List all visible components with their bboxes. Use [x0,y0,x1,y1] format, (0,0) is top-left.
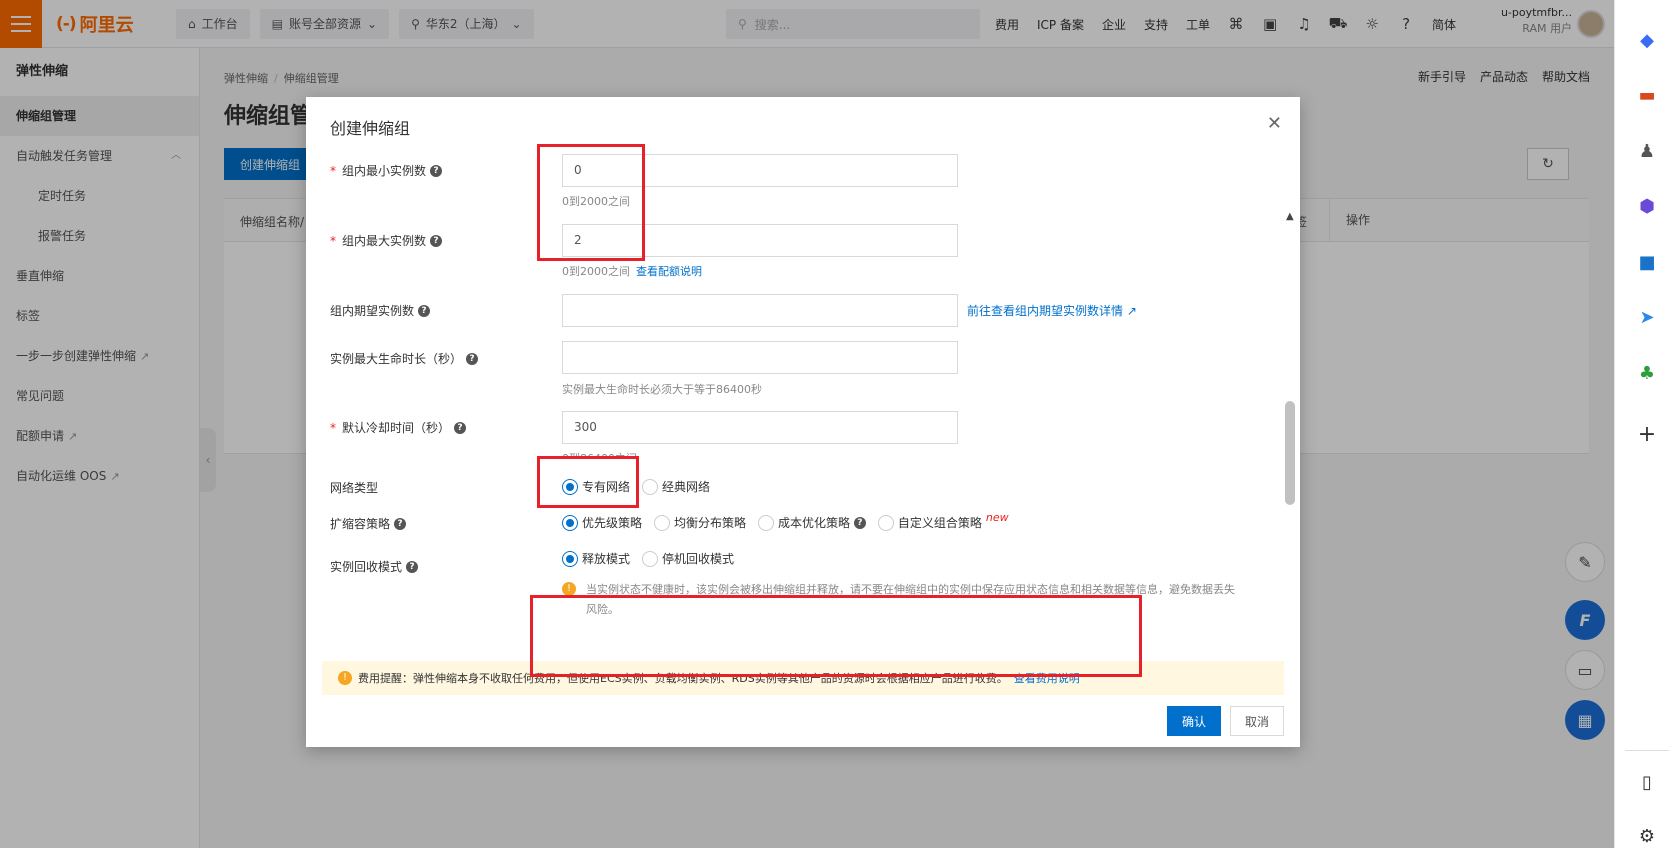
min-instances-label: * 组内最小实例数 ? [330,162,443,179]
radio-balanced-label: 均衡分布策略 [674,516,747,530]
required-marker: * [330,420,336,435]
cancel-button[interactable]: 取消 [1230,706,1284,736]
desired-instances-label-text: 组内期望实例数 [330,304,415,318]
desired-instances-input[interactable] [562,294,958,327]
desired-instances-details-text: 前往查看组内期望实例数详情 [967,304,1124,318]
radio-dot [877,514,894,531]
max-lifetime-input[interactable] [562,341,958,374]
max-lifetime-hint: 实例最大生命时长必须大于等于86400秒 [562,383,762,396]
radio-release[interactable]: 释放模式 [562,550,630,567]
scaling-strategy-label-text: 扩缩容策略 [330,517,391,531]
network-type-label-text: 网络类型 [330,481,379,495]
recycle-mode-label-text: 实例回收模式 [330,560,403,574]
right-app-rail: ◆ ▬ ♟ ⬢ ■ ➤ ♣ + ▯ ⚙ [1614,0,1679,848]
help-question-icon[interactable]: ? [430,234,443,247]
gear-icon[interactable]: ⚙ [1633,822,1661,848]
radio-dot [642,478,659,495]
scaling-strategy-label: 扩缩容策略 ? [330,515,407,532]
add-icon[interactable]: + [1633,420,1661,448]
help-question-icon[interactable]: ? [394,517,407,530]
radio-custom-combination[interactable]: 自定义组合策略 new [877,511,1009,531]
people-icon[interactable]: ♟ [1633,137,1661,165]
quota-docs-link[interactable]: 查看配额说明 [636,265,702,278]
dialog-scrollbar[interactable]: ▲ ▼ [1284,211,1296,651]
help-question-icon[interactable]: ? [418,304,431,317]
warning-icon: ! [562,582,576,596]
sidebar-toggle-icon[interactable]: ▯ [1633,768,1661,796]
help-question-icon[interactable]: ? [454,421,467,434]
radio-dot [758,514,775,531]
hexagon-app-icon[interactable]: ⬢ [1633,192,1661,220]
required-marker: * [330,163,336,178]
radio-priority-label: 优先级策略 [582,516,643,530]
radio-dot-selected [562,514,578,531]
tree-icon[interactable]: ♣ [1633,359,1661,387]
radio-priority[interactable]: 优先级策略 [562,514,642,531]
annotation-box-network-type [537,456,639,508]
tag-icon[interactable]: ◆ [1633,26,1661,54]
help-question-icon[interactable]: ? [406,560,419,573]
scroll-thumb[interactable] [1285,401,1295,505]
help-question-icon[interactable]: ? [853,516,866,529]
desired-instances-details-link[interactable]: 前往查看组内期望实例数详情 ↗ [967,302,1137,319]
network-type-label: 网络类型 [330,479,378,496]
recycle-mode-label: 实例回收模式 ? [330,558,419,575]
cooldown-input[interactable]: 300 [562,411,958,444]
radio-dot-selected [562,550,578,567]
max-instances-label-text: 组内最大实例数 [342,234,427,248]
toolbox-icon[interactable]: ▬ [1633,81,1661,109]
dialog-form: * 组内最小实例数 ? 0 0到2000之间 * 组内最大实例数 ? 2 0到2… [306,151,1300,651]
desired-instances-label: 组内期望实例数 ? [330,302,431,319]
radio-cost-optimized[interactable]: 成本优化策略 ? [758,514,866,531]
radio-classic[interactable]: 经典网络 [642,478,710,495]
annotation-box-instance-limits [537,144,645,261]
help-question-icon[interactable]: ? [466,352,479,365]
new-badge: new [985,511,1009,524]
confirm-button[interactable]: 确认 [1167,706,1221,736]
required-marker: * [330,233,336,248]
dialog-title: 创建伸缩组 [330,119,411,138]
external-link-icon: ↗ [1126,304,1137,318]
radio-release-label: 释放模式 [582,552,631,566]
scroll-up-arrow-icon[interactable]: ▲ [1286,211,1294,222]
annotation-box-fee-notice [530,595,1142,677]
send-icon[interactable]: ➤ [1633,303,1661,331]
min-instances-label-text: 组内最小实例数 [342,164,427,178]
help-question-icon[interactable]: ? [430,164,443,177]
outlook-icon[interactable]: ■ [1633,248,1661,276]
radio-balanced[interactable]: 均衡分布策略 [654,514,746,531]
max-instances-hint: 0到2000之间 查看配额说明 [562,263,702,279]
radio-dot [654,514,671,531]
cooldown-label-text: 默认冷却时间（秒） [342,421,451,435]
radio-classic-label: 经典网络 [662,480,711,494]
radio-cost-optimized-label: 成本优化策略 [778,516,851,530]
scaling-strategy-radio-group: 优先级策略 均衡分布策略 成本优化策略 ? 自定义组合策略 new [562,511,1021,531]
max-instances-hint-text: 0到2000之间 [562,265,630,278]
radio-stop-recycle-label: 停机回收模式 [662,552,735,566]
radio-dot [642,550,659,567]
radio-stop-recycle[interactable]: 停机回收模式 [642,550,734,567]
recycle-mode-radio-group: 释放模式 停机回收模式 [562,550,746,567]
radio-custom-combination-label: 自定义组合策略 [897,516,982,530]
cooldown-label: * 默认冷却时间（秒） ? [330,419,467,436]
max-lifetime-label: 实例最大生命时长（秒） ? [330,350,479,367]
max-lifetime-label-text: 实例最大生命时长（秒） [330,352,463,366]
warning-icon: ! [338,671,352,685]
max-instances-label: * 组内最大实例数 ? [330,232,443,249]
close-icon[interactable]: ✕ [1267,113,1282,134]
rail-divider [1625,750,1669,751]
